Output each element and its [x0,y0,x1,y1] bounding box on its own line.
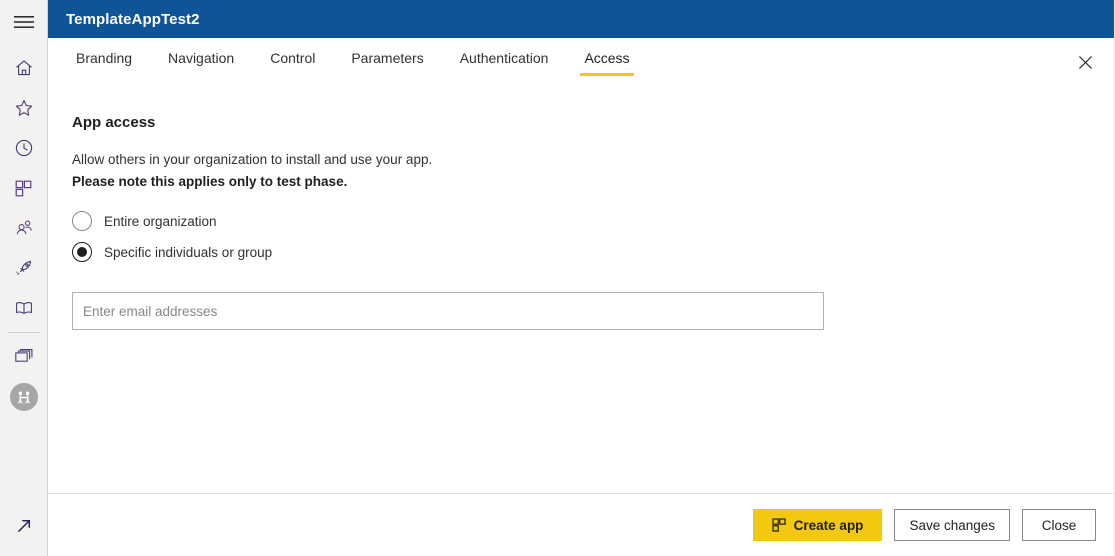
panel-footer: Create app Save changes Close [48,493,1114,556]
workspaces-icon [14,348,34,366]
close-icon [1078,55,1093,75]
app-window: TemplateAppTest2 Branding Navigation Con… [0,0,1115,556]
sidebar-item-deployment-pipelines[interactable] [0,248,48,288]
arrow-expand-icon [15,517,33,535]
tab-control[interactable]: Control [266,50,319,76]
page-title: TemplateAppTest2 [66,10,200,28]
sidebar-item-apps[interactable] [0,168,48,208]
left-nav-rail [0,0,48,556]
close-panel-button[interactable] [1070,50,1100,80]
description-line-1: Allow others in your organization to ins… [72,152,433,167]
people-icon [14,218,34,238]
radio-label-entire-organization: Entire organization [104,213,217,229]
home-icon [14,58,34,78]
radio-button-icon [72,211,92,231]
radio-label-specific-individuals-or-group: Specific individuals or group [104,244,273,260]
rail-divider [7,332,40,333]
sidebar-item-shared-with-me[interactable] [0,208,48,248]
sidebar-item-learn[interactable] [0,288,48,328]
tab-authentication[interactable]: Authentication [456,50,553,76]
apps-grid-icon [772,518,786,532]
sidebar-expand-button[interactable] [0,506,48,546]
book-icon [14,298,34,318]
create-app-button[interactable]: Create app [752,509,883,541]
clock-icon [14,138,34,158]
radio-button-selected-icon [72,242,92,262]
section-description: Allow others in your organization to ins… [72,149,1090,193]
tab-access[interactable]: Access [580,50,634,76]
tab-bar: Branding Navigation Control Parameters A… [48,38,1114,86]
section-title: App access [72,114,156,131]
radio-entire-organization[interactable]: Entire organization [72,211,217,231]
workspace-avatar-icon [9,383,38,411]
star-icon [14,98,34,118]
email-addresses-input[interactable] [72,292,824,330]
sidebar-item-my-workspace[interactable] [0,377,48,417]
tab-parameters[interactable]: Parameters [347,50,427,76]
description-line-2: Please note this applies only to test ph… [72,174,348,189]
tab-branding[interactable]: Branding [72,50,136,76]
panel-content: App access Allow others in your organiza… [48,86,1114,493]
sidebar-item-workspaces[interactable] [0,337,48,377]
create-app-label: Create app [793,517,864,533]
sidebar-item-home[interactable] [0,48,48,88]
hamburger-menu-button[interactable] [0,2,48,42]
app-settings-panel: TemplateAppTest2 Branding Navigation Con… [48,0,1115,556]
rocket-icon [14,258,34,278]
sidebar-item-recent[interactable] [0,128,48,168]
apps-grid-icon [14,179,33,198]
save-changes-button[interactable]: Save changes [894,509,1010,541]
close-button[interactable]: Close [1022,509,1096,541]
tab-navigation[interactable]: Navigation [164,50,238,76]
hamburger-menu-icon [13,15,34,29]
sidebar-item-favorites[interactable] [0,88,48,128]
radio-specific-individuals-or-group[interactable]: Specific individuals or group [72,242,272,262]
panel-titlebar: TemplateAppTest2 [48,0,1114,38]
